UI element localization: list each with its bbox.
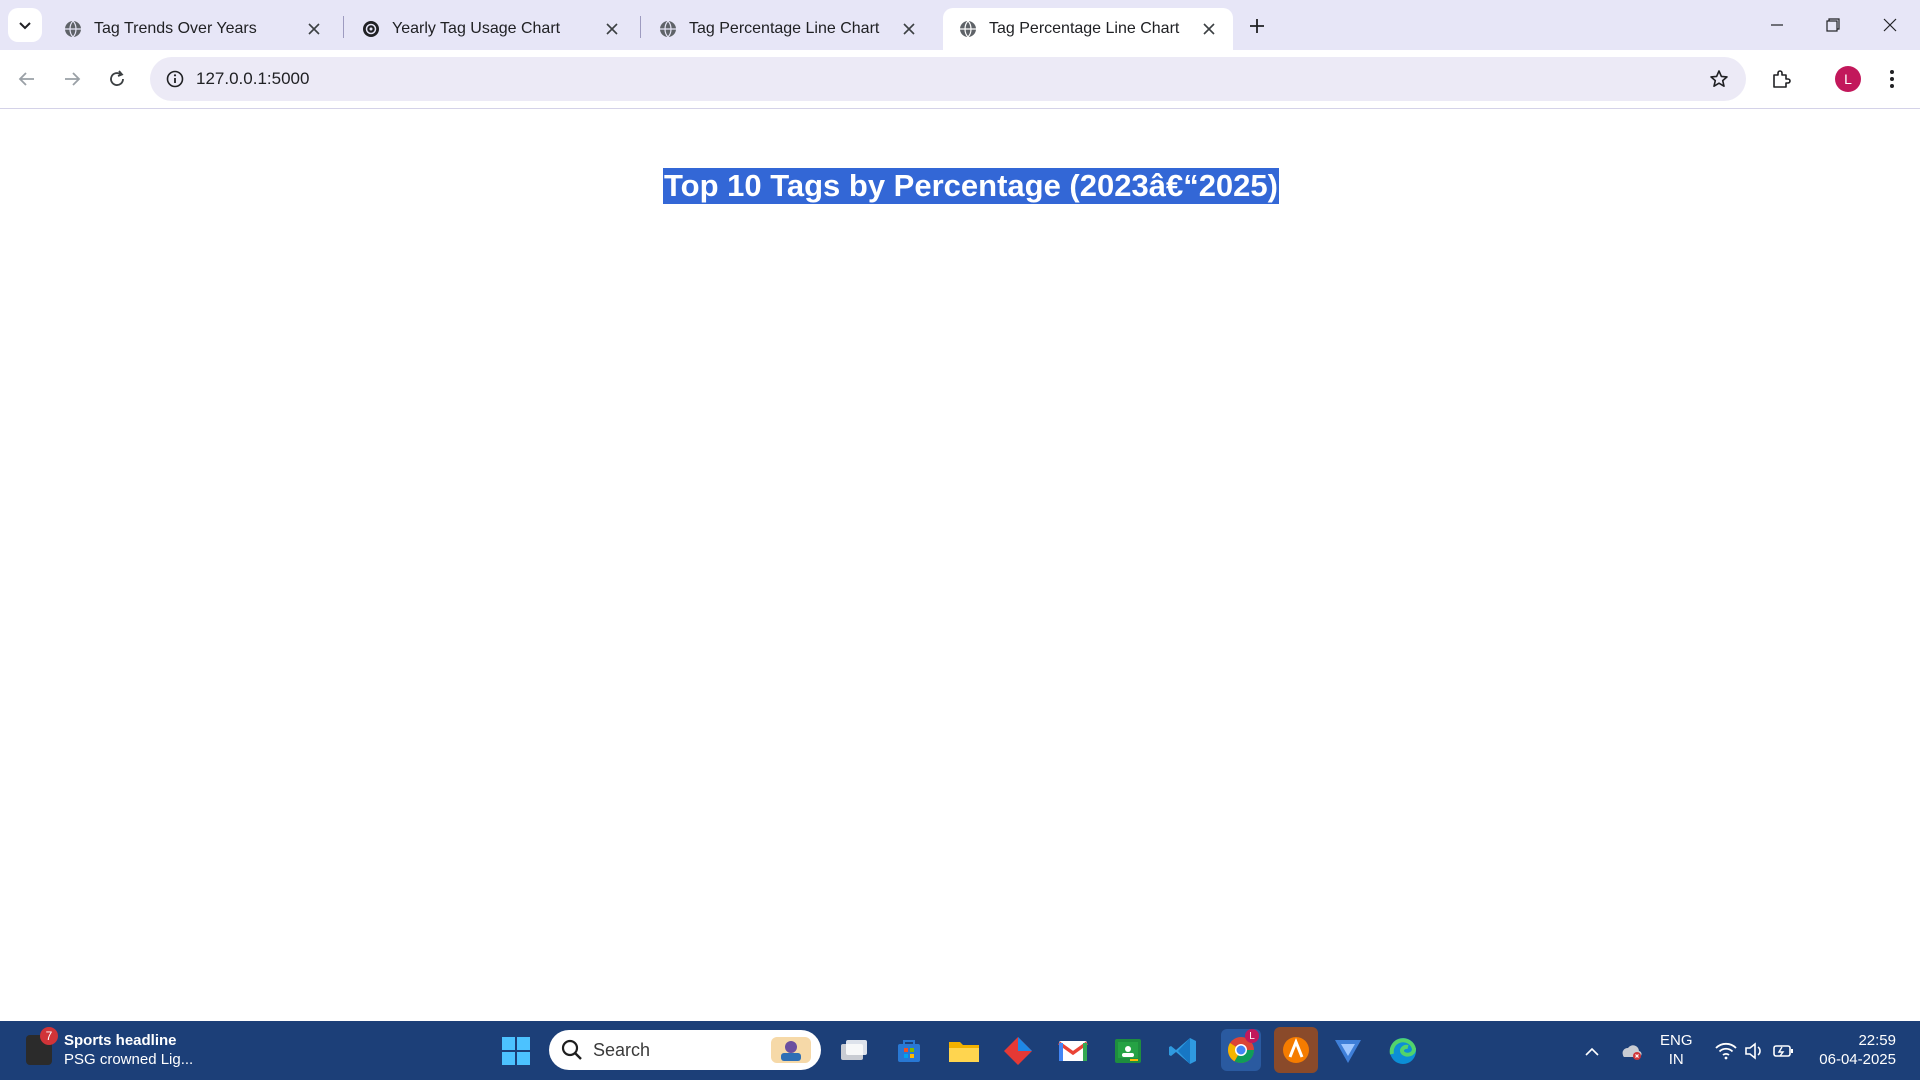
triangle-app-icon[interactable]: [1330, 1033, 1366, 1069]
tab-yearly-tag-usage[interactable]: Yearly Tag Usage Chart: [346, 8, 636, 50]
battery-icon[interactable]: [1770, 1033, 1798, 1069]
system-clock[interactable]: 22:59 06-04-2025: [1810, 1031, 1896, 1069]
arrow-right-icon: [65, 72, 81, 86]
plus-icon: [1250, 19, 1264, 33]
clock-date: 06-04-2025: [1819, 1051, 1896, 1068]
region-code: IN: [1668, 1051, 1684, 1068]
news-badge: 7: [40, 1027, 58, 1045]
diamond-app-icon[interactable]: [1000, 1033, 1036, 1069]
browser-menu-button[interactable]: [1875, 62, 1909, 96]
puzzle-icon: [1773, 70, 1791, 88]
language-indicator[interactable]: ENG IN: [1660, 1031, 1693, 1069]
page-heading: Top 10 Tags by Percentage (2023â€“2025): [663, 168, 1279, 204]
tab-tag-trends[interactable]: Tag Trends Over Years: [48, 8, 338, 50]
close-icon[interactable]: [897, 17, 921, 41]
news-subtext: PSG crowned Lig...: [64, 1051, 194, 1068]
openai-icon: [362, 20, 380, 38]
language-code: ENG: [1660, 1032, 1693, 1049]
close-icon: [1883, 18, 1897, 32]
arrow-left-icon: [18, 72, 34, 86]
show-hidden-icons[interactable]: [1578, 1033, 1606, 1069]
restore-button[interactable]: [1810, 8, 1856, 42]
chrome-profile-badge: L: [1245, 1029, 1259, 1043]
google-classroom-icon[interactable]: [1110, 1033, 1146, 1069]
tab-strip: Tag Trends Over Years Yearly Tag Usage C…: [0, 0, 1920, 50]
tab-title: Tag Percentage Line Chart: [689, 20, 880, 37]
new-tab-button[interactable]: [1242, 12, 1272, 40]
reload-button[interactable]: [100, 62, 134, 96]
vlc-like-app-icon[interactable]: [1274, 1027, 1318, 1073]
close-icon[interactable]: [600, 17, 624, 41]
clock-time: 22:59: [1858, 1032, 1896, 1049]
address-bar[interactable]: 127.0.0.1:5000: [150, 57, 1746, 101]
chrome-icon[interactable]: L: [1221, 1029, 1261, 1071]
restore-icon: [1826, 18, 1840, 32]
wifi-icon[interactable]: [1712, 1033, 1740, 1069]
url-text[interactable]: 127.0.0.1:5000: [196, 69, 309, 89]
tab-tag-percentage-1[interactable]: Tag Percentage Line Chart: [643, 8, 933, 50]
back-button[interactable]: [10, 62, 44, 96]
windows-taskbar: 7 Sports headline PSG crowned Lig... Sea…: [0, 1021, 1920, 1080]
vscode-icon[interactable]: [1165, 1033, 1201, 1069]
news-headline: Sports headline: [64, 1032, 177, 1049]
bookmark-star-icon[interactable]: [1706, 66, 1732, 92]
forward-button[interactable]: [55, 62, 89, 96]
tab-title: Yearly Tag Usage Chart: [392, 20, 561, 37]
reload-icon: [110, 70, 124, 86]
tab-divider: [343, 16, 344, 38]
volume-icon[interactable]: [1741, 1033, 1769, 1069]
chevron-down-icon: [19, 22, 31, 30]
close-icon[interactable]: [302, 17, 326, 41]
close-window-button[interactable]: [1867, 8, 1913, 42]
tab-tag-percentage-active[interactable]: Tag Percentage Line Chart: [943, 8, 1233, 50]
globe-icon: [659, 20, 677, 38]
gmail-icon[interactable]: [1055, 1033, 1091, 1069]
globe-icon: [959, 20, 977, 38]
tab-divider: [640, 16, 641, 38]
minimize-button[interactable]: [1754, 8, 1800, 42]
start-button[interactable]: [502, 1037, 530, 1065]
microsoft-store-icon[interactable]: [891, 1033, 927, 1069]
more-vertical-icon: [1890, 70, 1894, 88]
windows-logo-icon: [502, 1037, 530, 1065]
file-explorer-icon[interactable]: [946, 1033, 982, 1069]
extensions-button[interactable]: [1764, 62, 1798, 96]
search-label: Search: [593, 1039, 651, 1060]
search-icon: [561, 1039, 582, 1060]
edge-icon[interactable]: [1385, 1033, 1421, 1069]
web-page: Top 10 Tags by Percentage (2023â€“2025): [0, 109, 1920, 1021]
news-widget[interactable]: 7 Sports headline PSG crowned Lig...: [26, 1027, 193, 1073]
taskbar-search[interactable]: Search: [549, 1030, 821, 1070]
tab-search-button[interactable]: [8, 8, 42, 42]
site-info-icon[interactable]: [160, 64, 190, 94]
globe-icon: [64, 20, 82, 38]
profile-avatar[interactable]: L: [1835, 66, 1861, 92]
minimize-icon: [1771, 24, 1783, 26]
onedrive-status-icon[interactable]: [1616, 1033, 1646, 1069]
tab-title: Tag Percentage Line Chart: [989, 20, 1180, 37]
task-view-icon[interactable]: [836, 1033, 872, 1069]
close-icon[interactable]: [1197, 17, 1221, 41]
tab-title: Tag Trends Over Years: [94, 20, 257, 37]
chevron-up-icon: [1585, 1047, 1599, 1056]
news-icon: 7: [26, 1027, 58, 1065]
search-highlight-icon: [771, 1037, 811, 1063]
browser-toolbar: 127.0.0.1:5000: [0, 50, 1920, 109]
